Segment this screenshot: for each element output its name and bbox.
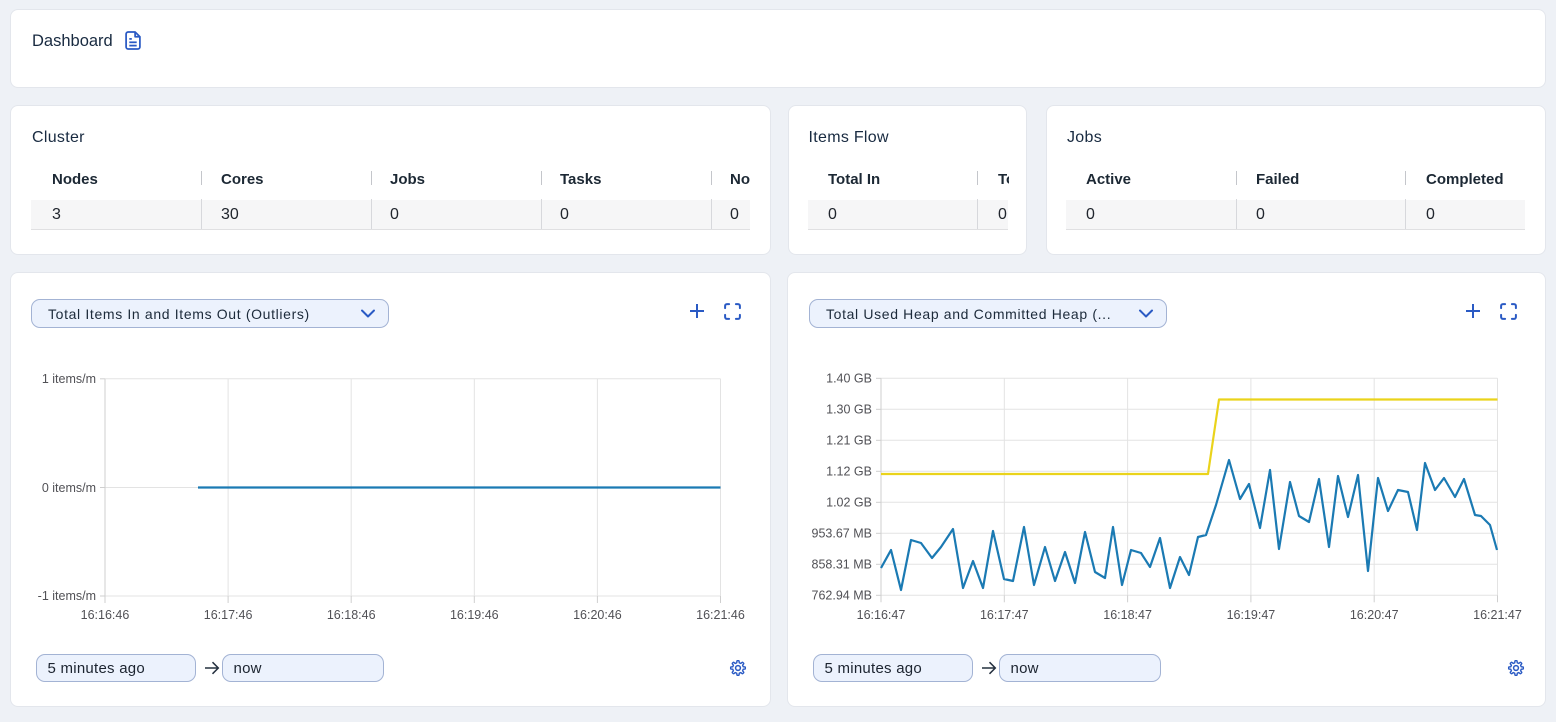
svg-text:16:20:46: 16:20:46 [573, 608, 622, 622]
svg-text:953.67 MB: 953.67 MB [812, 527, 872, 541]
svg-text:16:16:46: 16:16:46 [81, 608, 130, 622]
svg-text:1.02 GB: 1.02 GB [826, 496, 872, 510]
svg-text:762.94 MB: 762.94 MB [812, 589, 872, 603]
svg-text:1.30 GB: 1.30 GB [826, 403, 872, 417]
svg-text:1.12 GB: 1.12 GB [826, 465, 872, 479]
svg-text:16:17:47: 16:17:47 [980, 608, 1029, 622]
svg-text:0 items/m: 0 items/m [42, 481, 96, 495]
svg-text:16:18:46: 16:18:46 [327, 608, 376, 622]
svg-text:16:21:46: 16:21:46 [696, 608, 745, 622]
svg-text:16:21:47: 16:21:47 [1473, 608, 1522, 622]
svg-text:16:19:46: 16:19:46 [450, 608, 499, 622]
svg-text:1.40 GB: 1.40 GB [826, 372, 872, 386]
svg-text:16:19:47: 16:19:47 [1227, 608, 1276, 622]
svg-text:1 items/m: 1 items/m [42, 372, 96, 386]
svg-text:858.31 MB: 858.31 MB [812, 558, 872, 572]
svg-text:1.21 GB: 1.21 GB [826, 434, 872, 448]
svg-text:16:18:47: 16:18:47 [1103, 608, 1152, 622]
svg-text:-1 items/m: -1 items/m [38, 589, 96, 603]
svg-text:16:16:47: 16:16:47 [857, 608, 906, 622]
svg-text:16:17:46: 16:17:46 [204, 608, 253, 622]
svg-text:16:20:47: 16:20:47 [1350, 608, 1399, 622]
